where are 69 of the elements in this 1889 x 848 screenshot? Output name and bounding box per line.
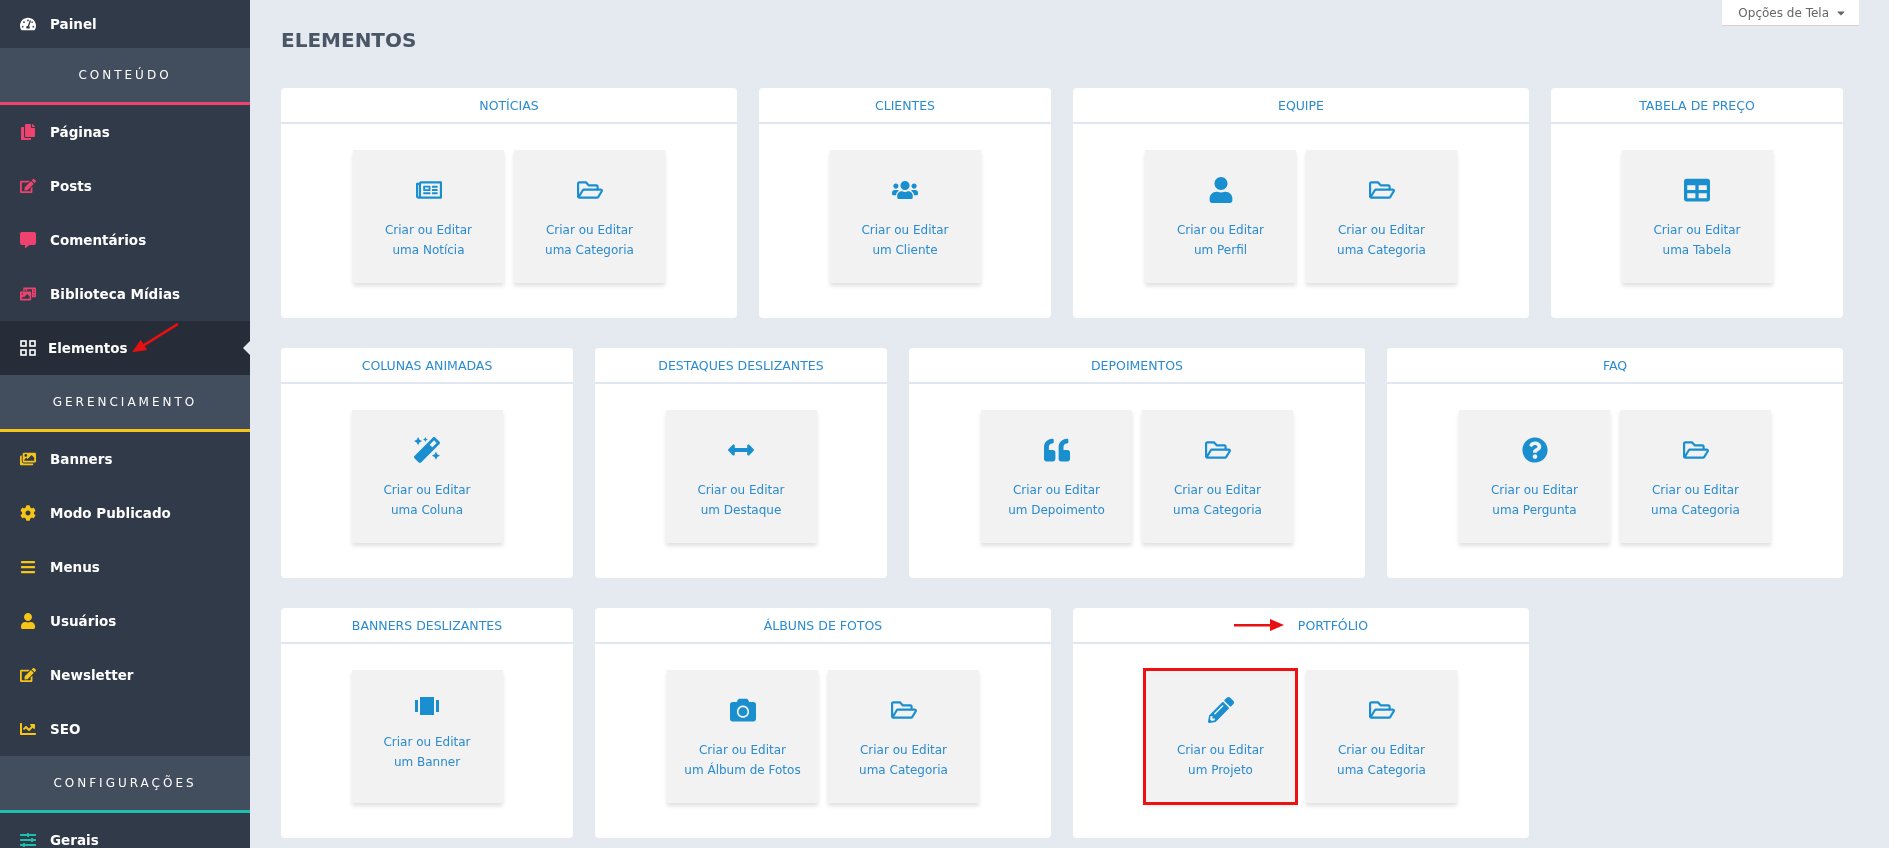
action-tile[interactable]: Criar ou Editar um Álbum de Fotos (667, 670, 818, 803)
action-tile[interactable]: Criar ou Editar um Projeto (1145, 670, 1296, 803)
slider-icon (413, 696, 441, 716)
action-tile[interactable]: Criar ou Editar uma Categoria (514, 150, 665, 283)
sidebar-item[interactable]: Menus (0, 540, 250, 594)
pencil-icon (1207, 696, 1234, 724)
settings-icon (20, 505, 38, 521)
sidebar-item[interactable]: Comentários (0, 213, 250, 267)
action-tile[interactable]: Criar ou Editar um Perfil (1145, 150, 1296, 283)
card-title: COLUNAS ANIMADAS (361, 357, 493, 373)
action-tile[interactable]: Criar ou Editar uma Categoria (1620, 410, 1771, 543)
card-title: FAQ (1602, 357, 1628, 373)
section-header: GERENCIAMENTO (0, 375, 250, 432)
card-title: TABELA DE PREÇO (1639, 97, 1755, 113)
sidebar-item[interactable]: Elementos (0, 321, 250, 375)
action-tile[interactable]: Criar ou Editar uma Categoria (1306, 150, 1457, 283)
sidebar-item[interactable]: Biblioteca Mídias (0, 267, 250, 321)
selection-pointer (243, 341, 250, 355)
sliders-icon (20, 832, 38, 848)
sidebar-item[interactable]: SEO (0, 702, 250, 756)
screen-options-button[interactable]: Opções de Tela (1722, 0, 1859, 26)
action-tile[interactable]: Criar ou Editar um Depoimento (981, 410, 1132, 543)
card-title: BANNERS DESLIZANTES (351, 617, 503, 633)
action-tile[interactable]: Criar ou Editar uma Categoria (1306, 670, 1457, 803)
sidebar-item[interactable]: Painel (0, 0, 250, 48)
section-header: CONFIGURAÇÕES (0, 756, 250, 813)
section-header: CONTEÚDO (0, 48, 250, 105)
quote-icon (1043, 436, 1070, 464)
action-tile[interactable]: Criar ou Editar uma Categoria (1142, 410, 1293, 543)
card-title: CLIENTES (874, 97, 936, 113)
action-tile[interactable]: Criar ou Editar uma Categoria (828, 670, 979, 803)
grid-icon (20, 340, 36, 356)
card-title: DESTAQUES DESLIZANTES (658, 357, 824, 373)
sidebar-item[interactable]: Modo Publicado (0, 486, 250, 540)
action-tile[interactable]: Criar ou Editar uma Pergunta (1459, 410, 1610, 543)
sidebar-item[interactable]: Newsletter (0, 648, 250, 702)
magic-wand-icon (414, 436, 440, 464)
edit-icon (20, 178, 38, 194)
media-icon (20, 286, 38, 302)
card-title: EQUIPE (1278, 97, 1324, 113)
dashboard-icon (20, 16, 38, 32)
user-icon (1207, 176, 1234, 204)
edit-icon (20, 667, 38, 683)
pages-icon (20, 124, 38, 140)
table-icon (1684, 176, 1710, 204)
user-icon (20, 613, 38, 629)
annotation-arrow (1233, 618, 1284, 632)
images-icon (20, 451, 38, 467)
camera-icon (729, 696, 756, 724)
comment-icon (20, 232, 38, 248)
card-title: ÁLBUNS DE FOTOS (763, 617, 883, 633)
action-tile[interactable]: Criar ou Editar uma Coluna (351, 410, 503, 543)
card-title: PORTFÓLIO (1297, 617, 1369, 633)
question-icon (1521, 436, 1548, 464)
sidebar-item[interactable]: Páginas (0, 105, 250, 159)
sidebar-item[interactable]: Usuários (0, 594, 250, 648)
action-tile[interactable]: Criar ou Editar um Destaque (665, 410, 817, 543)
card-title: NOTÍCIAS (479, 97, 539, 113)
chart-icon (20, 721, 38, 737)
action-tile[interactable]: Criar ou Editar uma Tabela (1621, 150, 1773, 283)
sidebar-item[interactable]: Gerais (0, 813, 250, 848)
sidebar-item[interactable]: Posts (0, 159, 250, 213)
action-tile[interactable]: Criar ou Editar uma Notícia (353, 150, 504, 283)
action-tile[interactable]: Criar ou Editar um Cliente (829, 150, 981, 283)
card-title: DEPOIMENTOS (1091, 357, 1183, 373)
sidebar-item[interactable]: Banners (0, 432, 250, 486)
page-title: ELEMENTOS (281, 28, 418, 52)
action-tile[interactable]: Criar ou Editar um Banner (351, 670, 503, 803)
menu-icon (20, 559, 38, 575)
